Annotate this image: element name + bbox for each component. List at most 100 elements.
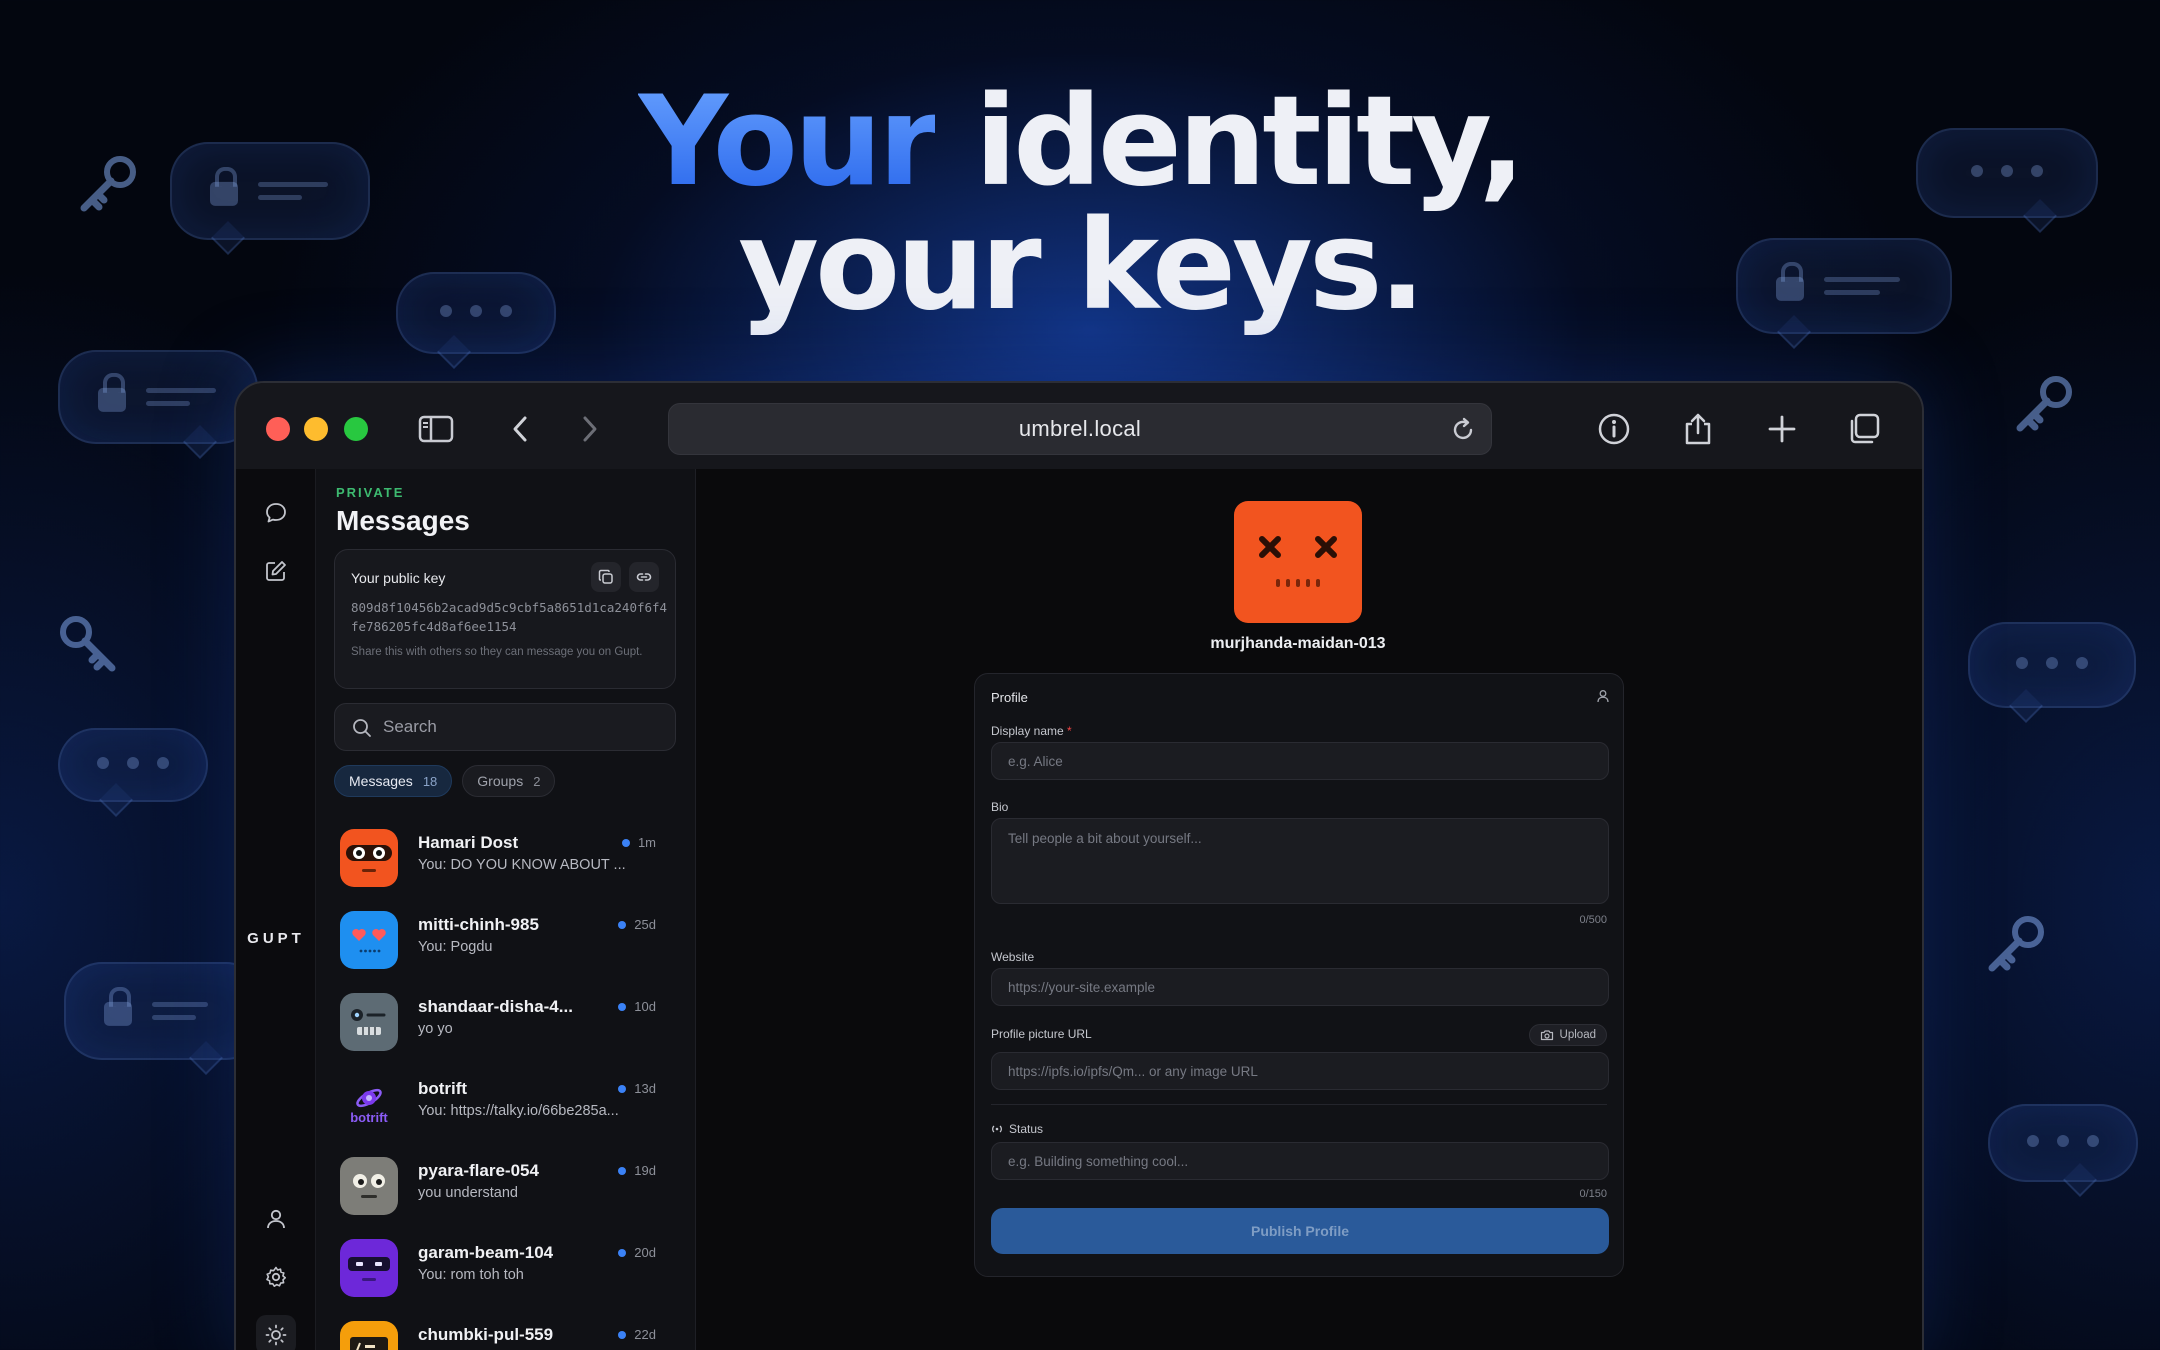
conversation-item[interactable]: chumbki-pul-559 22d	[316, 1307, 696, 1350]
person-icon	[1597, 690, 1609, 703]
conversation-item[interactable]: botrift botrift You: https://talky.io/66…	[316, 1061, 696, 1143]
reload-icon[interactable]	[1449, 416, 1477, 444]
browser-toolbar: umbrel.local	[236, 383, 1922, 469]
picture-url-field[interactable]: https://ipfs.io/ipfs/Qm... or any image …	[991, 1052, 1609, 1090]
profile-avatar[interactable]	[1234, 501, 1362, 623]
tab-count: 2	[533, 773, 541, 789]
bio-placeholder: Tell people a bit about yourself...	[1008, 831, 1202, 846]
tab-groups[interactable]: Groups 2	[462, 765, 556, 797]
profile-form: Profile Display name * e.g. Alice Bio Te…	[974, 673, 1624, 1277]
broadcast-icon	[992, 1125, 1002, 1133]
conversation-time: 25d	[618, 917, 656, 932]
new-tab-icon[interactable]	[1762, 409, 1802, 449]
zoom-window-button[interactable]	[344, 417, 368, 441]
tab-overview-icon[interactable]	[1844, 409, 1884, 449]
display-name-placeholder: e.g. Alice	[1008, 753, 1063, 769]
messages-sidebar: PRIVATE Messages Your public key 809d8f1…	[316, 469, 696, 1350]
conversation-preview: You: DO YOU KNOW ABOUT ...	[418, 857, 626, 873]
website-label: Website	[991, 950, 1035, 964]
public-key-card: Your public key 809d8f10456b2acad9d5c9cb…	[334, 549, 676, 689]
conversation-item[interactable]: shandaar-disha-4... yo yo 10d	[316, 979, 696, 1061]
camera-icon	[1540, 1030, 1553, 1041]
search-icon	[353, 719, 371, 737]
share-icon[interactable]	[1678, 409, 1718, 449]
copy-icon	[598, 569, 613, 584]
search-input[interactable]: Search	[334, 703, 676, 751]
info-icon[interactable]	[1594, 409, 1634, 449]
compose-icon[interactable]	[256, 551, 296, 591]
display-name-field[interactable]: e.g. Alice	[991, 742, 1609, 780]
close-window-button[interactable]	[266, 417, 290, 441]
required-asterisk: *	[1067, 724, 1072, 738]
conversation-time: 10d	[618, 999, 656, 1014]
avatar	[340, 829, 398, 887]
status-field[interactable]: e.g. Building something cool...	[991, 1142, 1609, 1180]
bio-counter: 0/500	[1579, 914, 1607, 926]
browser-window: umbrel.local GUPT PRIVATE Messages Your …	[234, 381, 1924, 1350]
headline-line1: identity,	[974, 70, 1526, 214]
forward-icon[interactable]	[570, 409, 610, 449]
public-key-value[interactable]: 809d8f10456b2acad9d5c9cbf5a8651d1ca240f6…	[351, 598, 669, 636]
sun-icon[interactable]	[256, 1315, 296, 1350]
conversation-time: 19d	[618, 1163, 656, 1178]
link-icon	[636, 573, 652, 581]
gear-icon[interactable]	[256, 1257, 296, 1297]
profile-pane: murjhanda-maidan-013 Profile Display nam…	[696, 469, 1922, 1350]
conversation-item[interactable]: Hamari Dost You: DO YOU KNOW ABOUT ... 1…	[316, 815, 696, 897]
app-brand: GUPT	[247, 930, 305, 947]
display-name-label: Display name *	[991, 724, 1072, 738]
status-counter: 0/150	[1579, 1188, 1607, 1200]
decor-lock-bubble	[58, 350, 258, 444]
conversation-preview: You: Pogdu	[418, 939, 493, 955]
conversation-item[interactable]: pyara-flare-054 you understand 19d	[316, 1143, 696, 1225]
conversation-time: 1m	[622, 835, 656, 850]
conversation-item[interactable]: mitti-chinh-985 You: Pogdu 25d	[316, 897, 696, 979]
public-key-hint: Share this with others so they can messa…	[351, 646, 643, 658]
tab-label: Messages	[349, 773, 413, 789]
divider	[991, 1104, 1607, 1105]
website-field[interactable]: https://your-site.example	[991, 968, 1609, 1006]
conversation-preview: you understand	[418, 1185, 518, 1201]
avatar	[340, 911, 398, 969]
key-icon	[60, 616, 116, 672]
lock-icon	[98, 372, 126, 412]
upload-label: Upload	[1559, 1029, 1596, 1041]
sidebar-toggle-icon[interactable]	[416, 409, 456, 449]
copy-key-button[interactable]	[591, 562, 621, 592]
conversation-list: Hamari Dost You: DO YOU KNOW ABOUT ... 1…	[316, 815, 696, 1350]
chat-bubble-icon[interactable]	[256, 493, 296, 533]
status-label: Status	[991, 1122, 1043, 1136]
share-key-link-button[interactable]	[629, 562, 659, 592]
conversation-name: pyara-flare-054	[418, 1161, 539, 1180]
minimize-window-button[interactable]	[304, 417, 328, 441]
back-icon[interactable]	[500, 409, 540, 449]
publish-profile-button[interactable]: Publish Profile	[991, 1208, 1609, 1254]
conversation-name: chumbki-pul-559	[418, 1325, 554, 1344]
conversation-preview: yo yo	[418, 1021, 453, 1037]
upload-button[interactable]: Upload	[1528, 1024, 1607, 1046]
address-bar[interactable]: umbrel.local	[668, 403, 1492, 455]
profile-card-title: Profile	[991, 690, 1028, 705]
user-icon[interactable]	[256, 1199, 296, 1239]
conversation-preview: You: https://talky.io/66be285a...	[418, 1103, 619, 1119]
url-text: umbrel.local	[1018, 416, 1142, 441]
botrift-logo: botrift	[340, 1075, 398, 1133]
sidebar-title: Messages	[336, 505, 470, 536]
conversation-name: mitti-chinh-985	[418, 915, 539, 934]
conversation-time: 20d	[618, 1245, 656, 1260]
avatar	[340, 1239, 398, 1297]
bio-label: Bio	[991, 800, 1009, 814]
status-placeholder: e.g. Building something cool...	[1008, 1153, 1189, 1169]
picture-url-placeholder: https://ipfs.io/ipfs/Qm... or any image …	[1008, 1063, 1258, 1079]
gupt-app: GUPT PRIVATE Messages Your public key 80…	[236, 469, 1922, 1350]
hero-headline: Your identity, your keys.	[0, 80, 2160, 328]
status-label-text: Status	[1009, 1122, 1044, 1136]
decor-typing-bubble	[58, 728, 208, 802]
avatar	[340, 1321, 398, 1350]
tab-messages[interactable]: Messages 18	[334, 765, 453, 797]
conversation-item[interactable]: garam-beam-104 You: rom toh toh 20d	[316, 1225, 696, 1307]
bio-textarea[interactable]: Tell people a bit about yourself...	[991, 818, 1609, 904]
picture-url-label: Profile picture URL	[991, 1027, 1092, 1041]
conversation-time: 22d	[618, 1327, 656, 1342]
website-placeholder: https://your-site.example	[1008, 979, 1156, 995]
